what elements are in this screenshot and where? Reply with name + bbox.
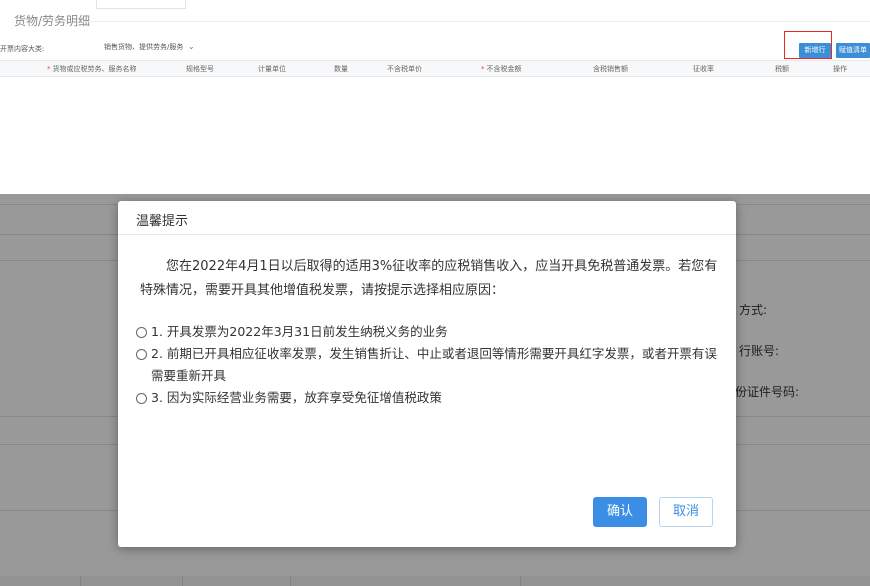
items-table-header: * 货物或应税劳务、服务名称 规格型号 计量单位 数量 不含税单价 * 不含税金额 …: [0, 60, 870, 77]
radio-icon[interactable]: [136, 327, 147, 338]
col-header-amount: * 不含税金额: [481, 65, 522, 73]
col-header-tax: 税额: [775, 65, 789, 73]
chevron-down-icon: ⌄: [188, 42, 195, 51]
invoice-kind-select[interactable]: 销售货物、提供劳务/服务 ⌄: [104, 42, 196, 54]
red-highlight-box: [784, 31, 832, 59]
top-input-field[interactable]: [96, 0, 186, 9]
cancel-button[interactable]: 取消: [659, 497, 713, 527]
notice-dialog: 温馨提示 您在2022年4月1日以后取得的适用3%征收率的应税销售收入，应当开具…: [118, 201, 736, 547]
col-header-rate: 征收率: [693, 65, 714, 73]
top-strip: [0, 0, 870, 10]
invoice-kind-value: 销售货物、提供劳务/服务: [104, 43, 184, 51]
invoice-kind-label: 开票内容大类:: [0, 45, 45, 53]
reason-option-2-label: 2. 前期已开具相应征收率发票，发生销售折让、中止或者退回等情形需要开具红字发票…: [151, 346, 717, 383]
reason-option-3[interactable]: 3. 因为实际经营业务需要，放弃享受免征增值税政策: [136, 387, 725, 409]
reason-option-2[interactable]: 2. 前期已开具相应征收率发票，发生销售折让、中止或者退回等情形需要开具红字发票…: [136, 343, 725, 387]
radio-icon[interactable]: [136, 349, 147, 360]
col-header-tax-incl: 含税销售额: [593, 65, 628, 73]
inventory-button[interactable]: 赋值清单: [836, 43, 870, 58]
section-divider: [82, 21, 870, 22]
col-header-unit: 计量单位: [258, 65, 286, 73]
reason-option-3-label: 3. 因为实际经营业务需要，放弃享受免征增值税政策: [151, 390, 442, 405]
col-header-price: 不含税单价: [387, 65, 422, 73]
reason-option-1-label: 1. 开具发票为2022年3月31日前发生纳税义务的业务: [151, 324, 448, 339]
col-header-qty: 数量: [334, 65, 348, 73]
col-header-name: * 货物或应税劳务、服务名称: [47, 65, 137, 73]
dialog-title: 温馨提示: [136, 214, 189, 229]
dialog-divider: [118, 234, 736, 235]
radio-icon[interactable]: [136, 393, 147, 404]
dialog-message: 您在2022年4月1日以后取得的适用3%征收率的应税销售收入，应当开具免税普通发…: [140, 259, 718, 298]
col-header-spec: 规格型号: [186, 65, 214, 73]
section-title: 货物/劳务明细: [14, 14, 91, 28]
col-header-op: 操作: [833, 65, 847, 73]
reason-option-1[interactable]: 1. 开具发票为2022年3月31日前发生纳税义务的业务: [136, 321, 725, 343]
confirm-button[interactable]: 确认: [593, 497, 647, 527]
